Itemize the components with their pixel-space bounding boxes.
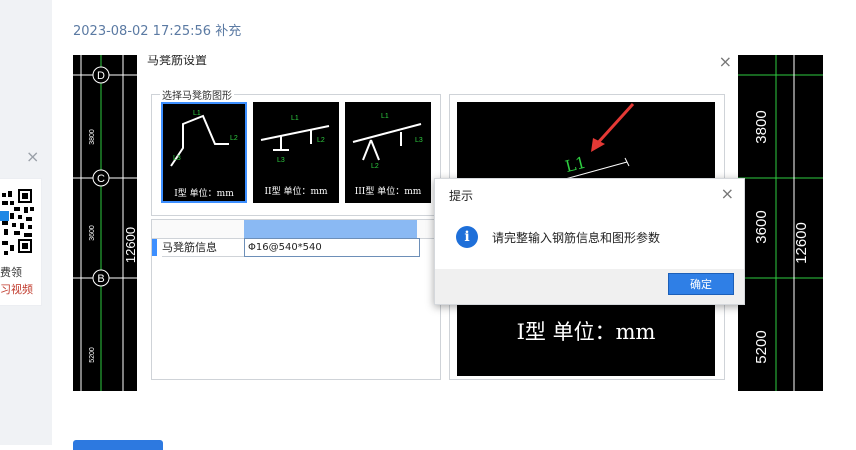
left-dim-1: 3800 <box>89 129 96 145</box>
dialog-title: 提示 <box>449 189 474 203</box>
shape-option-type-3[interactable]: L1 L3 L2 III型 单位：mm <box>345 102 431 203</box>
info-icon: i <box>456 226 478 248</box>
shape-option-type-2[interactable]: L1 L2 L3 II型 单位：mm <box>253 102 339 203</box>
axis-label-d: D <box>97 70 105 82</box>
rebar-info-label: 马凳筋信息 <box>162 239 245 257</box>
shape-group-label: 选择马凳筋图形 <box>160 87 234 102</box>
dialog-footer: 确定 <box>435 269 744 304</box>
svg-text:L1: L1 <box>381 113 389 120</box>
rebar-info-value[interactable]: Φ16@540*540 <box>244 238 420 257</box>
right-dim-2: 3600 <box>753 210 770 243</box>
svg-text:L1: L1 <box>193 110 201 117</box>
svg-text:L3: L3 <box>173 155 181 162</box>
bottom-button-partial[interactable] <box>73 440 163 450</box>
cad-drawing-left: D C B 3800 3600 12600 5200 <box>73 55 137 391</box>
type-3-caption: III型 单位：mm <box>354 187 422 197</box>
svg-text:L2: L2 <box>317 137 325 144</box>
qr-ad-card[interactable]: 费领 习视频 <box>0 178 42 306</box>
shape-selection-group: 选择马凳筋图形 L1 L2 L3 I型 单位：mm L1 L2 L3 II型 单… <box>151 87 441 216</box>
cad-drawing-right: 3800 3600 12600 5200 <box>738 55 823 391</box>
svg-text:L3: L3 <box>415 137 423 144</box>
ok-button[interactable]: 确定 <box>668 273 734 295</box>
qr-code-image <box>0 187 36 259</box>
red-arrow-icon <box>591 102 635 152</box>
shape-option-type-1[interactable]: L1 L2 L3 I型 单位：mm <box>161 102 247 203</box>
type-2-shape-icon: L1 L2 L3 <box>260 115 330 164</box>
left-dim-3: 12600 <box>123 227 137 263</box>
left-dim-2: 3600 <box>89 225 96 241</box>
type-1-shape-icon: L1 L2 L3 <box>170 110 238 167</box>
close-icon[interactable]: × <box>26 149 39 165</box>
dialog-body: i 请完整输入钢筋信息和图形参数 <box>435 217 744 269</box>
svg-text:L1: L1 <box>291 115 299 122</box>
rebar-info-grid: 马凳筋信息 Φ16@540*540 <box>151 219 441 380</box>
dialog-message: 请完整输入钢筋信息和图形参数 <box>492 231 661 245</box>
axis-label-c: C <box>97 173 105 185</box>
grid-header <box>152 220 440 239</box>
type-1-caption: I型 单位：mm <box>174 189 234 199</box>
svg-text:L3: L3 <box>277 157 285 164</box>
prompt-dialog: 提示 × i 请完整输入钢筋信息和图形参数 确定 <box>434 178 745 305</box>
qr-ad-text: 费领 <box>0 266 22 279</box>
right-dim-4: 5200 <box>753 330 770 363</box>
right-dim-3: 12600 <box>793 222 810 264</box>
svg-text:L2: L2 <box>371 163 379 170</box>
close-icon[interactable]: × <box>719 55 732 71</box>
grid-row-indicator[interactable] <box>152 239 157 256</box>
qr-ad-subtext: 习视频 <box>0 283 33 296</box>
grid-header-cell <box>244 220 417 238</box>
window-title: 马凳筋设置 <box>147 55 208 67</box>
post-timestamp: 2023-08-02 17:25:56 补充 <box>73 24 242 39</box>
preview-caption: I型 单位：mm <box>516 320 656 344</box>
type-2-caption: II型 单位：mm <box>264 187 328 197</box>
axis-label-b: B <box>97 273 104 285</box>
left-dim-4: 5200 <box>89 347 96 363</box>
right-dim-1: 3800 <box>753 110 770 143</box>
type-3-shape-icon: L1 L3 L2 <box>352 113 423 170</box>
svg-text:L2: L2 <box>230 135 238 142</box>
close-icon[interactable]: × <box>721 184 734 203</box>
